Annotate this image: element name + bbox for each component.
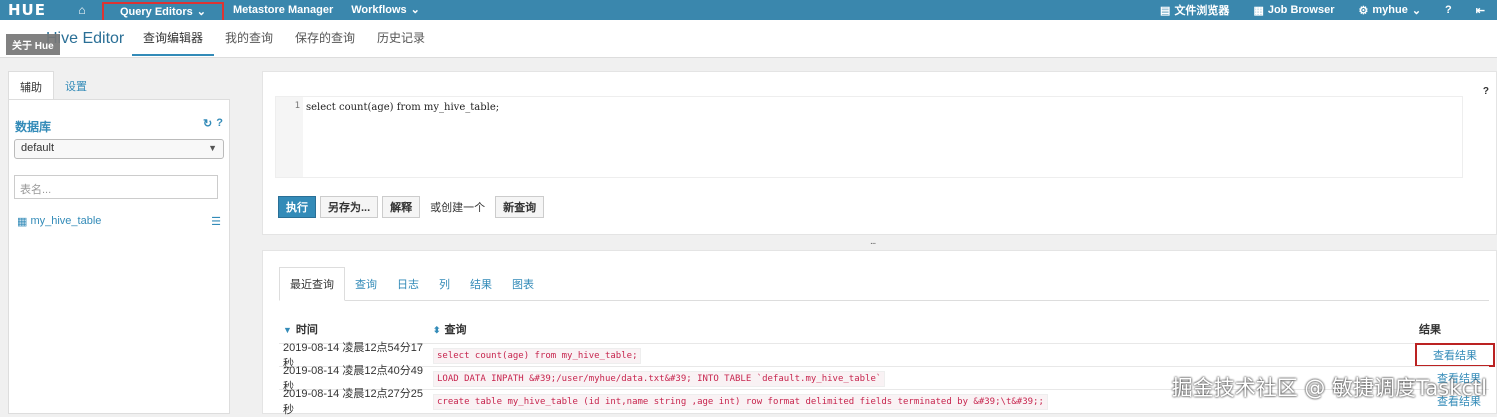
table-row: 2019-08-14 凌晨12点54分17秒 select count(age)… xyxy=(279,342,1495,370)
assist-panel: 辅助 设置 数据库 ↻ ? default ▼ 表名... ▦ my_hive_… xyxy=(8,71,230,414)
tab-saved-queries[interactable]: 保存的查询 xyxy=(284,30,366,56)
row-query-code: select count(age) from my_hive_table; xyxy=(433,348,642,364)
nav-user-label: myhue xyxy=(1372,4,1408,16)
refresh-icon[interactable]: ↻ xyxy=(203,117,212,130)
tab-chart[interactable]: 图表 xyxy=(502,268,544,300)
tab-settings[interactable]: 设置 xyxy=(54,71,98,99)
help-icon[interactable]: ? xyxy=(1483,86,1489,97)
explain-button[interactable]: 解释 xyxy=(382,196,421,218)
table-filter-input[interactable]: 表名... xyxy=(14,175,218,199)
tab-assist[interactable]: 辅助 xyxy=(8,71,54,99)
save-as-button[interactable]: 另存为... xyxy=(320,196,379,218)
nav-metastore-label: Metastore Manager xyxy=(232,4,334,16)
col-query[interactable]: ⬍ 查询 xyxy=(433,321,1419,343)
sort-icon: ⬍ xyxy=(433,325,441,335)
row-query-code: create table my_hive_table (id int,name … xyxy=(433,394,1048,410)
nav-user-menu[interactable]: ⚙ myhue ⌄ xyxy=(1346,4,1433,17)
tab-query-editor[interactable]: 查询编辑器 xyxy=(132,30,215,56)
nav-query-editors[interactable]: Query Editors ⌄ xyxy=(102,2,224,22)
nav-file-browser-label: 文件浏览器 xyxy=(1174,5,1230,17)
table-name: my_hive_table xyxy=(30,215,102,227)
tab-log[interactable]: 日志 xyxy=(387,268,429,300)
col-query-label: 查询 xyxy=(444,324,467,336)
list-icon[interactable]: ☰ xyxy=(211,215,221,228)
gear-icon: ⚙ xyxy=(1358,4,1369,17)
panel-splitter[interactable]: ... xyxy=(870,236,876,247)
or-create-text: 或创建一个 xyxy=(430,202,486,214)
view-result-link[interactable]: 查看结果 xyxy=(1415,343,1495,367)
nav-query-editors-label: Query Editors xyxy=(120,6,193,18)
tab-columns[interactable]: 列 xyxy=(429,268,460,300)
sql-editor[interactable]: select count(age) from my_hive_table; xyxy=(303,96,1463,178)
assist-body: 数据库 ↻ ? default ▼ 表名... ▦ my_hive_table … xyxy=(8,99,230,414)
app-subbar: Hive Editor 关于 Hue 查询编辑器 我的查询 保存的查询 历史记录 xyxy=(0,20,1497,58)
caret-down-icon: ▼ xyxy=(208,143,217,153)
top-navbar: HUE ⌂ Query Editors ⌄ Metastore Manager W… xyxy=(0,0,1497,22)
editor-actions: 执行 另存为... 解释 或创建一个 新查询 xyxy=(278,196,545,218)
nav-workflows-label: Workflows xyxy=(351,4,407,16)
col-result: 结果 xyxy=(1419,324,1441,336)
execute-button[interactable]: 执行 xyxy=(278,196,316,218)
table-item[interactable]: ▦ my_hive_table ☰ xyxy=(17,213,221,229)
row-query[interactable]: LOAD DATA INPATH &#39;/user/myhue/data.t… xyxy=(433,371,886,387)
chevron-down-icon: ⌄ xyxy=(410,4,420,16)
nav-workflows[interactable]: Workflows ⌄ xyxy=(342,0,429,20)
results-tabs: 最近查询 查询 日志 列 结果 图表 xyxy=(279,267,1489,301)
database-tools: ↻ ? xyxy=(203,117,223,130)
row-query[interactable]: create table my_hive_table (id int,name … xyxy=(433,394,1048,410)
table-header: ▼ 时间 ⬍ 查询 结果 xyxy=(279,321,1489,343)
main-nav: Query Editors ⌄ Metastore Manager Workflo… xyxy=(102,0,429,22)
nav-file-browser[interactable]: ▤ 文件浏览器 xyxy=(1148,2,1241,18)
list-icon: ▦ xyxy=(1253,4,1264,17)
assist-tabs: 辅助 设置 xyxy=(8,71,230,99)
database-select-value: default xyxy=(21,142,55,154)
tab-history[interactable]: 历史记录 xyxy=(366,30,436,56)
top-right-nav: ▤ 文件浏览器 ▦ Job Browser ⚙ myhue ⌄ ? ⇤ xyxy=(1148,0,1497,20)
database-select[interactable]: default ▼ xyxy=(14,139,224,159)
watermark: 掘金技术社区 @ 敏捷调度Taskctl xyxy=(1171,376,1487,400)
about-hue-tooltip: 关于 Hue xyxy=(6,34,60,55)
tab-recent-queries[interactable]: 最近查询 xyxy=(279,267,345,301)
help-icon[interactable]: ? xyxy=(1433,4,1464,16)
query-editor-panel: ? 1 select count(age) from my_hive_table… xyxy=(262,71,1497,235)
line-gutter: 1 xyxy=(275,96,303,178)
col-time-label: 时间 xyxy=(295,324,318,336)
nav-job-browser-label: Job Browser xyxy=(1267,4,1335,16)
nav-metastore-manager[interactable]: Metastore Manager xyxy=(224,0,342,20)
logout-icon[interactable]: ⇤ xyxy=(1464,4,1497,17)
tab-my-queries[interactable]: 我的查询 xyxy=(214,30,284,56)
row-query-code: LOAD DATA INPATH &#39;/user/myhue/data.t… xyxy=(433,371,886,387)
table-grid-icon: ▦ xyxy=(17,215,31,228)
sort-desc-icon: ▼ xyxy=(283,325,292,335)
tab-query[interactable]: 查询 xyxy=(345,268,387,300)
row-query[interactable]: select count(age) from my_hive_table; xyxy=(433,348,642,364)
new-query-button[interactable]: 新查询 xyxy=(495,196,545,218)
help-icon[interactable]: ? xyxy=(216,117,223,130)
editor-subtabs: 查询编辑器 我的查询 保存的查询 历史记录 xyxy=(132,30,436,56)
nav-job-browser[interactable]: ▦ Job Browser xyxy=(1241,4,1346,17)
sql-code: select count(age) from my_hive_table; xyxy=(306,102,500,113)
tab-results[interactable]: 结果 xyxy=(460,268,502,300)
hue-logo[interactable]: HUE xyxy=(0,0,62,20)
file-icon: ▤ xyxy=(1160,4,1171,17)
row-time: 2019-08-14 凌晨12点27分25秒 xyxy=(283,388,424,416)
home-icon[interactable]: ⌂ xyxy=(62,3,102,17)
chevron-down-icon: ⌄ xyxy=(1411,4,1422,17)
database-label: 数据库 xyxy=(15,120,52,134)
chevron-down-icon: ⌄ xyxy=(196,6,206,18)
